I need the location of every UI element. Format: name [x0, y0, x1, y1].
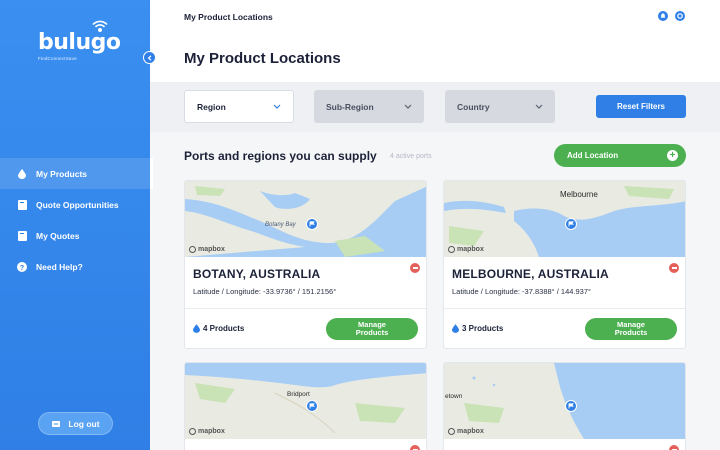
topbar: My Product Locations — [150, 0, 720, 32]
sidebar-item-label: Quote Opportunities — [36, 199, 119, 210]
book-icon — [16, 199, 28, 211]
map-pin-icon[interactable] — [306, 400, 318, 412]
subregion-select-value: Sub-Region — [326, 101, 374, 112]
remove-location-button[interactable] — [669, 263, 679, 273]
chevron-left-icon — [147, 54, 151, 61]
sidebar-item-label: Need Help? — [36, 261, 83, 272]
mapbox-label: mapbox — [457, 246, 484, 253]
remove-location-button[interactable] — [410, 445, 420, 450]
product-count: 4 Products — [193, 324, 244, 333]
sidebar-item-need-help[interactable]: ? Need Help? — [0, 251, 150, 282]
mapbox-label: mapbox — [198, 246, 225, 253]
manage-products-button[interactable]: Manage Products — [326, 318, 418, 340]
location-coords: Latitude / Longitude: -33.9736° / 151.21… — [193, 287, 337, 296]
sidebar-item-my-products[interactable]: My Products — [0, 158, 153, 189]
filter-bar: Region Sub-Region Country Reset Filters — [150, 82, 720, 132]
product-count-label: 4 Products — [203, 324, 245, 333]
help-icon: ? — [16, 261, 28, 273]
mapbox-label: mapbox — [198, 428, 225, 435]
remove-location-button[interactable] — [669, 445, 679, 450]
logout-button[interactable]: Log out — [38, 412, 113, 435]
product-count-label: 3 Products — [462, 324, 504, 333]
map-label: Bridport — [287, 391, 310, 398]
map-label: etown — [445, 393, 463, 400]
card-footer: 3 Products Manage Products — [444, 308, 685, 348]
active-ports-count: 4 active ports — [390, 153, 432, 160]
bell-icon[interactable] — [658, 11, 668, 21]
card-body — [444, 439, 685, 450]
chevron-down-icon — [535, 104, 543, 109]
country-select-value: Country — [457, 101, 490, 112]
chevron-down-icon — [273, 104, 281, 109]
minus-icon — [671, 267, 677, 269]
collapse-sidebar-button[interactable] — [143, 51, 156, 64]
mapbox-attribution[interactable]: mapbox — [189, 428, 225, 435]
card-body: BOTANY, AUSTRALIA Latitude / Longitude: … — [185, 257, 426, 296]
reset-filters-button[interactable]: Reset Filters — [596, 95, 686, 118]
mapbox-logo-icon — [189, 428, 196, 435]
page-title: My Product Locations — [184, 50, 341, 67]
plus-icon: + — [667, 150, 678, 161]
mapbox-attribution[interactable]: mapbox — [189, 246, 225, 253]
drop-icon — [16, 168, 28, 180]
map-pin-icon[interactable] — [565, 218, 577, 230]
logout-icon — [52, 420, 61, 427]
drop-icon — [452, 324, 459, 333]
svg-text:?: ? — [20, 264, 24, 271]
location-card-melbourne: Melbourne mapbox MELBOURNE, AUSTRALIA La… — [443, 180, 686, 349]
sidebar: bulugo FindConnectSave My Products Quote… — [0, 0, 153, 450]
minus-icon — [412, 267, 418, 269]
card-footer: 4 Products Manage Products — [185, 308, 426, 348]
region-select[interactable]: Region — [184, 90, 294, 123]
map-label: Botany Bay — [265, 222, 296, 228]
map-label: Melbourne — [560, 190, 598, 199]
mapbox-logo-icon — [448, 246, 455, 253]
location-coords: Latitude / Longitude: -37.8388° / 144.93… — [452, 287, 592, 296]
chevron-down-icon — [404, 104, 412, 109]
location-map[interactable]: Botany Bay mapbox — [185, 181, 426, 257]
section-title: Ports and regions you can supply — [184, 149, 377, 163]
add-location-label: Add Location — [567, 151, 619, 160]
remove-location-button[interactable] — [410, 263, 420, 273]
region-select-value: Region — [197, 101, 226, 112]
brand-logo[interactable]: bulugo FindConnectSave — [38, 20, 121, 61]
gear-icon[interactable] — [675, 11, 685, 21]
card-body: MELBOURNE, AUSTRALIA Latitude / Longitud… — [444, 257, 685, 296]
sidebar-item-label: My Products — [36, 168, 88, 179]
breadcrumb: My Product Locations — [184, 12, 273, 22]
page-header: My Product Locations — [150, 32, 720, 82]
brand-tagline: FindConnectSave — [38, 56, 77, 61]
mapbox-label: mapbox — [457, 428, 484, 435]
location-title: BOTANY, AUSTRALIA — [193, 267, 321, 281]
map-pin-icon[interactable] — [565, 400, 577, 412]
manage-products-button[interactable]: Manage Products — [585, 318, 677, 340]
sidebar-nav: My Products Quote Opportunities My Quote… — [0, 158, 153, 282]
location-card-4: etown mapbox — [443, 362, 686, 450]
card-body — [185, 439, 426, 450]
logout-label: Log out — [68, 418, 100, 429]
location-map[interactable]: Bridport mapbox — [185, 363, 426, 439]
book-icon — [16, 230, 28, 242]
mapbox-logo-icon — [189, 246, 196, 253]
sidebar-item-label: My Quotes — [36, 230, 80, 241]
location-card-bridport: Bridport mapbox — [184, 362, 427, 450]
mapbox-logo-icon — [448, 428, 455, 435]
location-title: MELBOURNE, AUSTRALIA — [452, 267, 609, 281]
location-map[interactable]: etown mapbox — [444, 363, 685, 439]
drop-icon — [193, 324, 200, 333]
signal-icon — [92, 20, 108, 32]
map-pin-icon[interactable] — [306, 218, 318, 230]
location-map[interactable]: Melbourne mapbox — [444, 181, 685, 257]
sidebar-item-quote-opportunities[interactable]: Quote Opportunities — [0, 189, 150, 220]
location-card-botany: Botany Bay mapbox BOTANY, AUSTRALIA Lati… — [184, 180, 427, 349]
mapbox-attribution[interactable]: mapbox — [448, 246, 484, 253]
product-count: 3 Products — [452, 324, 503, 333]
sidebar-item-my-quotes[interactable]: My Quotes — [0, 220, 150, 251]
country-select[interactable]: Country — [445, 90, 555, 123]
add-location-button[interactable]: Add Location + — [554, 144, 686, 167]
subregion-select[interactable]: Sub-Region — [314, 90, 424, 123]
mapbox-attribution[interactable]: mapbox — [448, 428, 484, 435]
